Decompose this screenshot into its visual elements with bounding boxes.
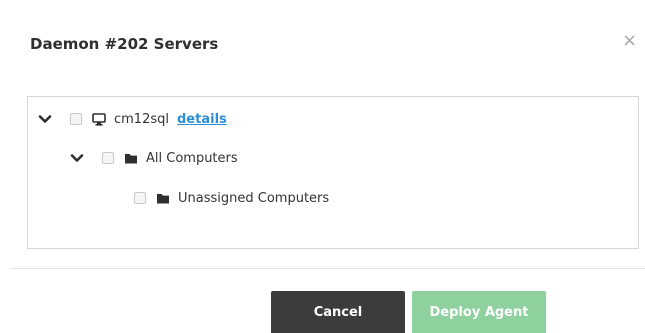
folder-icon [124, 152, 138, 165]
modal-dialog: Daemon #202 Servers × cm12sql details Al… [0, 0, 645, 333]
tree-node-label: All Computers [146, 150, 238, 166]
desktop-icon [92, 112, 106, 126]
server-tree: cm12sql details All Computers Unassigned… [27, 96, 639, 249]
dialog-title: Daemon #202 Servers [30, 35, 219, 53]
tree-node-all-computers: All Computers [70, 148, 238, 168]
tree-node-root: cm12sql details [38, 109, 227, 129]
cancel-button[interactable]: Cancel [271, 291, 405, 333]
footer-divider [10, 268, 645, 269]
folder-icon [156, 192, 170, 205]
tree-node-label: cm12sql [114, 111, 169, 127]
tree-node-unassigned: Unassigned Computers [134, 188, 329, 208]
chevron-down-icon[interactable] [38, 112, 52, 126]
tree-checkbox-all-computers[interactable] [102, 152, 114, 164]
tree-checkbox-root[interactable] [70, 113, 82, 125]
tree-node-label: Unassigned Computers [178, 190, 330, 206]
close-icon[interactable]: × [622, 32, 637, 50]
deploy-agent-button[interactable]: Deploy Agent [412, 291, 546, 333]
details-link[interactable]: details [177, 112, 227, 127]
tree-checkbox-unassigned[interactable] [134, 192, 146, 204]
chevron-down-icon[interactable] [70, 151, 84, 165]
